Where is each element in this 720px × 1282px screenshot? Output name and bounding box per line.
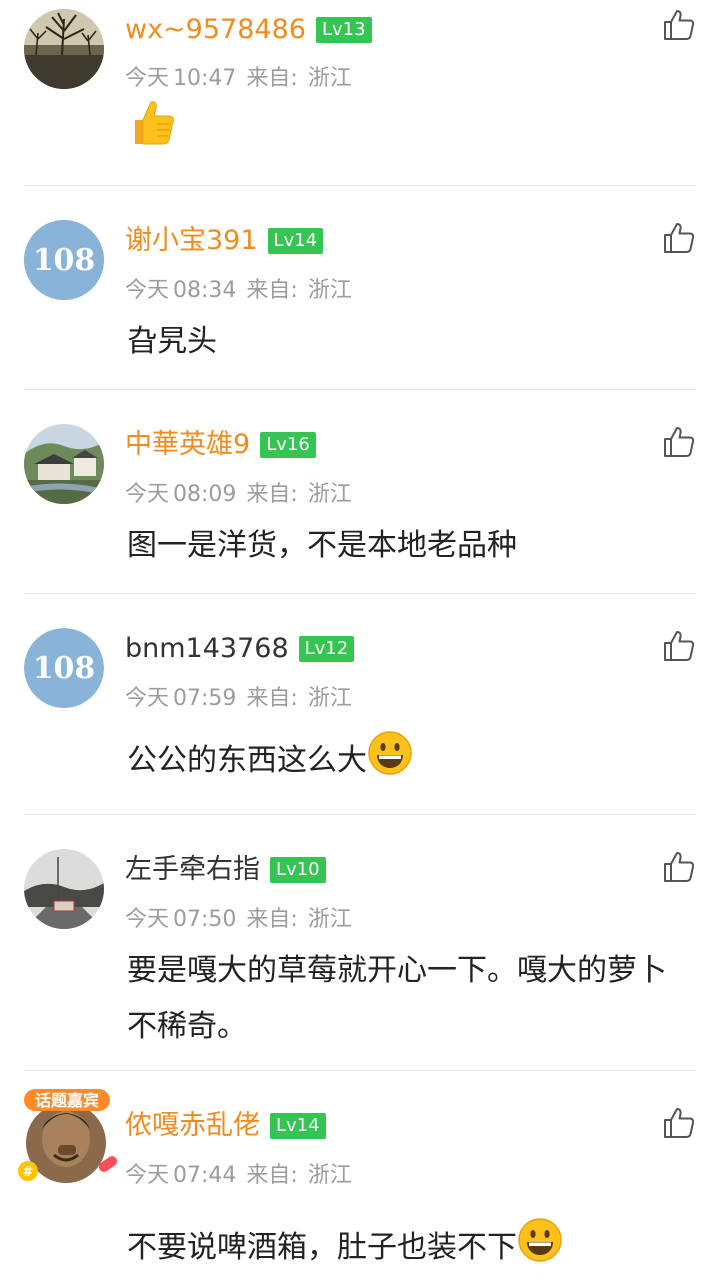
comment-item: 108 bnm143768 Lv12 今天 07:59 来自: 浙江 公公的东西这么大 [24,594,696,815]
from-label: 来自: [246,1163,298,1188]
comment-text-content: 公公的东西这么大 [127,743,367,778]
time-label: 07:59 [173,686,237,711]
grinning-face-emoji [517,1217,563,1263]
comment-text: 公公的东西这么大 [127,730,686,789]
avatar-landscape-image [24,9,104,89]
svg-text:#: # [23,1165,34,1180]
location-label: 浙江 [307,66,352,91]
time-label: 08:34 [173,278,237,303]
time-label: 10:47 [173,66,237,91]
comment-text: 要是嘎大的草莓就开心一下。嘎大的萝卜不稀奇。 [127,953,667,1044]
thumbs-up-icon [664,852,695,882]
time-label: 07:44 [173,1163,237,1188]
comment-text: 图一是洋货，不是本地老品种 [127,528,517,563]
avatar[interactable] [24,424,104,504]
avatar[interactable] [24,9,104,89]
like-button[interactable] [662,850,696,884]
like-button[interactable] [662,425,696,459]
like-button[interactable] [662,1106,696,1140]
date-label: 今天 [125,66,170,91]
avatar[interactable]: 话题嘉宾 # [14,1085,124,1185]
from-label: 来自: [246,66,298,91]
avatar[interactable]: 108 [24,628,104,708]
level-badge: Lv12 [298,636,355,662]
location-label: 浙江 [307,1163,352,1188]
comment-item: 话题嘉宾 # 侬嘎赤乱佬 Lv14 今天 07:44 来自: 浙江 不要说啤酒箱，肚子… [18,1071,696,1282]
location-label: 浙江 [307,907,352,932]
comment-meta: 今天 07:50 来自: 浙江 [125,901,352,933]
level-badge: Lv14 [270,1113,326,1139]
avatar[interactable] [24,849,104,929]
like-button[interactable] [662,8,696,42]
thumbs-up-icon [664,631,695,661]
like-button[interactable] [662,221,696,255]
level-badge: Lv13 [315,17,372,43]
location-label: 浙江 [307,278,352,303]
svg-text:108: 108 [33,243,96,278]
level-badge: Lv10 [270,857,326,883]
comment-item: wx~9578486 Lv13 今天 10:47 来自: 浙江 [24,0,696,186]
thumbs-up-icon [664,1108,695,1138]
username[interactable]: wx~9578486 [125,12,306,48]
avatar-guest-image: 话题嘉宾 # [18,1089,118,1183]
like-button[interactable] [662,629,696,663]
from-label: 来自: [246,278,298,303]
username[interactable]: bnm143768 [125,631,289,667]
comment-item: 108 谢小宝391 Lv14 今天 08:34 来自: 浙江 旮旯头 [24,186,696,390]
date-label: 今天 [125,907,170,932]
comment-text: 不要说啤酒箱，肚子也装不下 [127,1217,686,1276]
avatar-default-image: 108 [24,220,104,300]
comment-meta: 今天 07:59 来自: 浙江 [125,680,352,712]
avatar[interactable]: 108 [24,220,104,300]
comment-meta: 今天 08:34 来自: 浙江 [125,272,352,304]
thumbs-up-icon [664,223,695,253]
username[interactable]: 谢小宝391 [125,223,258,259]
avatar-default-image: 108 [24,628,104,708]
username[interactable]: 中華英雄9 [125,427,250,463]
level-badge: Lv16 [260,432,316,458]
comment-text-content: 不要说啤酒箱，肚子也装不下 [127,1230,517,1265]
username[interactable]: 侬嘎赤乱佬 [125,1108,260,1144]
date-label: 今天 [125,686,170,711]
comment-item: 中華英雄9 Lv16 今天 08:09 来自: 浙江 图一是洋货，不是本地老品种 [24,390,696,594]
location-label: 浙江 [307,686,352,711]
from-label: 来自: [246,482,298,507]
time-label: 08:09 [173,482,237,507]
thumbs-up-icon [664,427,695,457]
thumbs-up-icon [664,10,695,40]
comment-meta: 今天 08:09 来自: 浙江 [125,476,352,508]
username[interactable]: 左手牵右指 [125,852,260,888]
date-label: 今天 [125,482,170,507]
date-label: 今天 [125,278,170,303]
svg-text:108: 108 [33,651,96,686]
grinning-face-emoji [367,730,413,776]
level-badge: Lv14 [267,228,324,254]
avatar-road-image [24,849,104,929]
svg-text:话题嘉宾: 话题嘉宾 [35,1091,99,1110]
comment-meta: 今天 10:47 来自: 浙江 [125,60,352,92]
from-label: 来自: [246,907,298,932]
date-label: 今天 [125,1163,170,1188]
thumbs-up-emoji [127,96,179,148]
from-label: 来自: [246,686,298,711]
location-label: 浙江 [307,482,352,507]
comment-text: 旮旯头 [127,324,217,359]
comment-item: 左手牵右指 Lv10 今天 07:50 来自: 浙江 要是嘎大的草莓就开心一下。嘎大的… [24,815,696,1071]
comment-meta: 今天 07:44 来自: 浙江 [125,1157,352,1189]
avatar-garden-image [24,424,104,504]
time-label: 07:50 [173,907,237,932]
